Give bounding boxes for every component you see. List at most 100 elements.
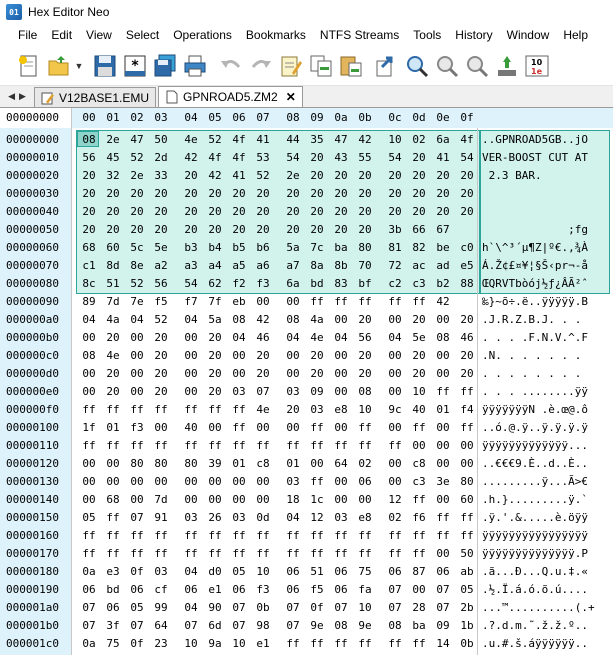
hex-byte[interactable]: 10 bbox=[408, 383, 430, 401]
hex-byte[interactable]: 20 bbox=[408, 149, 430, 167]
hex-byte[interactable]: 46 bbox=[456, 329, 478, 347]
hex-byte[interactable]: 98 bbox=[252, 617, 274, 635]
hex-byte[interactable]: 20 bbox=[354, 185, 376, 203]
hex-byte[interactable]: ff bbox=[384, 437, 406, 455]
hex-byte[interactable]: 80 bbox=[354, 239, 376, 257]
hex-byte[interactable]: 20 bbox=[306, 365, 328, 383]
hex-byte[interactable]: 00 bbox=[330, 311, 352, 329]
hex-byte[interactable]: 12 bbox=[384, 491, 406, 509]
hex-byte[interactable]: 07 bbox=[432, 581, 454, 599]
hex-byte[interactable]: 20 bbox=[354, 221, 376, 239]
hex-byte[interactable]: f5 bbox=[306, 581, 328, 599]
hex-byte[interactable]: 64 bbox=[330, 455, 352, 473]
hex-byte[interactable]: 04 bbox=[330, 329, 352, 347]
tab-gpnroad5[interactable]: GPNROAD5.ZM2 ✕ bbox=[158, 86, 303, 107]
hex-byte[interactable]: 20 bbox=[102, 203, 124, 221]
hex-byte[interactable]: f6 bbox=[408, 509, 430, 527]
hex-byte[interactable]: 00 bbox=[384, 347, 406, 365]
hex-byte[interactable]: 42 bbox=[180, 149, 202, 167]
hex-byte[interactable]: fa bbox=[354, 581, 376, 599]
paste-button[interactable] bbox=[336, 51, 366, 81]
hex-byte[interactable]: f7 bbox=[180, 293, 202, 311]
hex-byte[interactable]: ad bbox=[432, 257, 454, 275]
hex-byte[interactable]: 06 bbox=[432, 563, 454, 581]
hex-byte[interactable]: b4 bbox=[204, 239, 226, 257]
hex-byte[interactable]: 00 bbox=[228, 491, 250, 509]
hex-byte[interactable]: 20 bbox=[252, 347, 274, 365]
hex-byte[interactable]: ff bbox=[306, 545, 328, 563]
hex-byte[interactable]: f3 bbox=[252, 581, 274, 599]
hex-byte[interactable]: 00 bbox=[432, 437, 454, 455]
hex-byte[interactable]: 07 bbox=[126, 617, 148, 635]
hex-byte[interactable]: ff bbox=[102, 401, 124, 419]
hex-byte[interactable]: a6 bbox=[252, 257, 274, 275]
text-row[interactable]: . . . ........ÿÿ bbox=[478, 383, 613, 401]
print-button[interactable] bbox=[180, 51, 210, 81]
text-row[interactable]: 2.3 BAR. bbox=[478, 167, 613, 185]
hex-byte[interactable]: 23 bbox=[150, 635, 172, 653]
hex-byte[interactable]: ff bbox=[228, 419, 250, 437]
hex-byte[interactable]: ff bbox=[204, 545, 226, 563]
hex-byte[interactable]: 20 bbox=[150, 185, 172, 203]
hex-byte[interactable]: 20 bbox=[330, 185, 352, 203]
hex-byte[interactable]: 00 bbox=[252, 293, 274, 311]
hex-byte[interactable]: 20 bbox=[432, 185, 454, 203]
hex-byte[interactable]: 62 bbox=[204, 275, 226, 293]
hex-byte[interactable]: 87 bbox=[408, 563, 430, 581]
hex-byte[interactable]: 20 bbox=[282, 401, 304, 419]
hex-byte[interactable]: 9c bbox=[384, 401, 406, 419]
hex-byte[interactable]: 20 bbox=[252, 221, 274, 239]
hex-byte[interactable]: 00 bbox=[282, 419, 304, 437]
hex-byte[interactable]: ff bbox=[306, 437, 328, 455]
hex-byte[interactable]: 00 bbox=[408, 437, 430, 455]
menu-bookmarks[interactable]: Bookmarks bbox=[239, 24, 313, 46]
hex-byte[interactable]: 08 bbox=[282, 311, 304, 329]
hex-byte[interactable]: 20 bbox=[354, 311, 376, 329]
hex-byte[interactable]: 00 bbox=[102, 473, 124, 491]
hex-byte[interactable]: 4f bbox=[228, 149, 250, 167]
text-row[interactable]: .........ÿ...Ã>€ bbox=[478, 473, 613, 491]
chevron-down-icon[interactable]: ▼ bbox=[74, 61, 84, 71]
hex-byte[interactable]: 20 bbox=[432, 167, 454, 185]
hex-byte[interactable]: 20 bbox=[204, 383, 226, 401]
text-row[interactable]: ‰}~õ÷.ë..ÿÿÿÿÿ.B bbox=[478, 293, 613, 311]
hex-byte[interactable]: 8e bbox=[126, 257, 148, 275]
text-row[interactable]: ÿÿÿÿÿÿÿÿÿÿÿÿÿÿ.P bbox=[478, 545, 613, 563]
hex-byte[interactable]: 00 bbox=[78, 473, 100, 491]
hex-byte[interactable]: ff bbox=[354, 635, 376, 653]
hex-byte[interactable]: ff bbox=[150, 401, 172, 419]
hex-byte[interactable]: 35 bbox=[306, 131, 328, 149]
hex-byte[interactable]: 00 bbox=[180, 473, 202, 491]
hex-byte[interactable]: 20 bbox=[408, 203, 430, 221]
hex-byte[interactable]: 5c bbox=[126, 239, 148, 257]
hex-byte[interactable]: 4e bbox=[252, 401, 274, 419]
hex-byte[interactable]: f5 bbox=[150, 293, 172, 311]
text-row[interactable]: ÿÿÿÿÿÿÿÿÿÿÿÿÿ... bbox=[478, 437, 613, 455]
hex-byte[interactable]: 20 bbox=[204, 203, 226, 221]
hex-byte[interactable]: 6d bbox=[204, 617, 226, 635]
new-file-button[interactable] bbox=[14, 51, 44, 81]
hex-byte[interactable]: ff bbox=[282, 437, 304, 455]
hex-byte[interactable]: 4a bbox=[306, 311, 328, 329]
hex-byte[interactable]: 00 bbox=[180, 329, 202, 347]
hex-byte[interactable]: 7d bbox=[102, 293, 124, 311]
hex-byte[interactable]: 00 bbox=[252, 473, 274, 491]
hex-byte[interactable]: 00 bbox=[228, 365, 250, 383]
text-row[interactable]: .ã...Ð...Q.u.‡.« bbox=[478, 563, 613, 581]
hex-byte[interactable]: 56 bbox=[150, 275, 172, 293]
hex-byte[interactable]: 00 bbox=[432, 491, 454, 509]
hex-byte[interactable]: 20 bbox=[330, 167, 352, 185]
hex-byte[interactable]: 00 bbox=[204, 419, 226, 437]
text-row[interactable]: h`\^³´µ¶Z|º€.‚¾À bbox=[478, 239, 613, 257]
hex-byte[interactable]: 20 bbox=[354, 167, 376, 185]
save-all-button[interactable] bbox=[150, 51, 180, 81]
hex-byte[interactable]: 20 bbox=[102, 185, 124, 203]
hex-byte[interactable]: 80 bbox=[150, 455, 172, 473]
hex-byte[interactable]: ff bbox=[102, 509, 124, 527]
hex-byte[interactable]: eb bbox=[228, 293, 250, 311]
hex-byte[interactable]: 20 bbox=[306, 185, 328, 203]
hex-byte[interactable]: 41 bbox=[252, 131, 274, 149]
hex-byte[interactable]: 20 bbox=[384, 203, 406, 221]
hex-byte[interactable]: 51 bbox=[102, 275, 124, 293]
hex-byte[interactable]: 08 bbox=[354, 383, 376, 401]
